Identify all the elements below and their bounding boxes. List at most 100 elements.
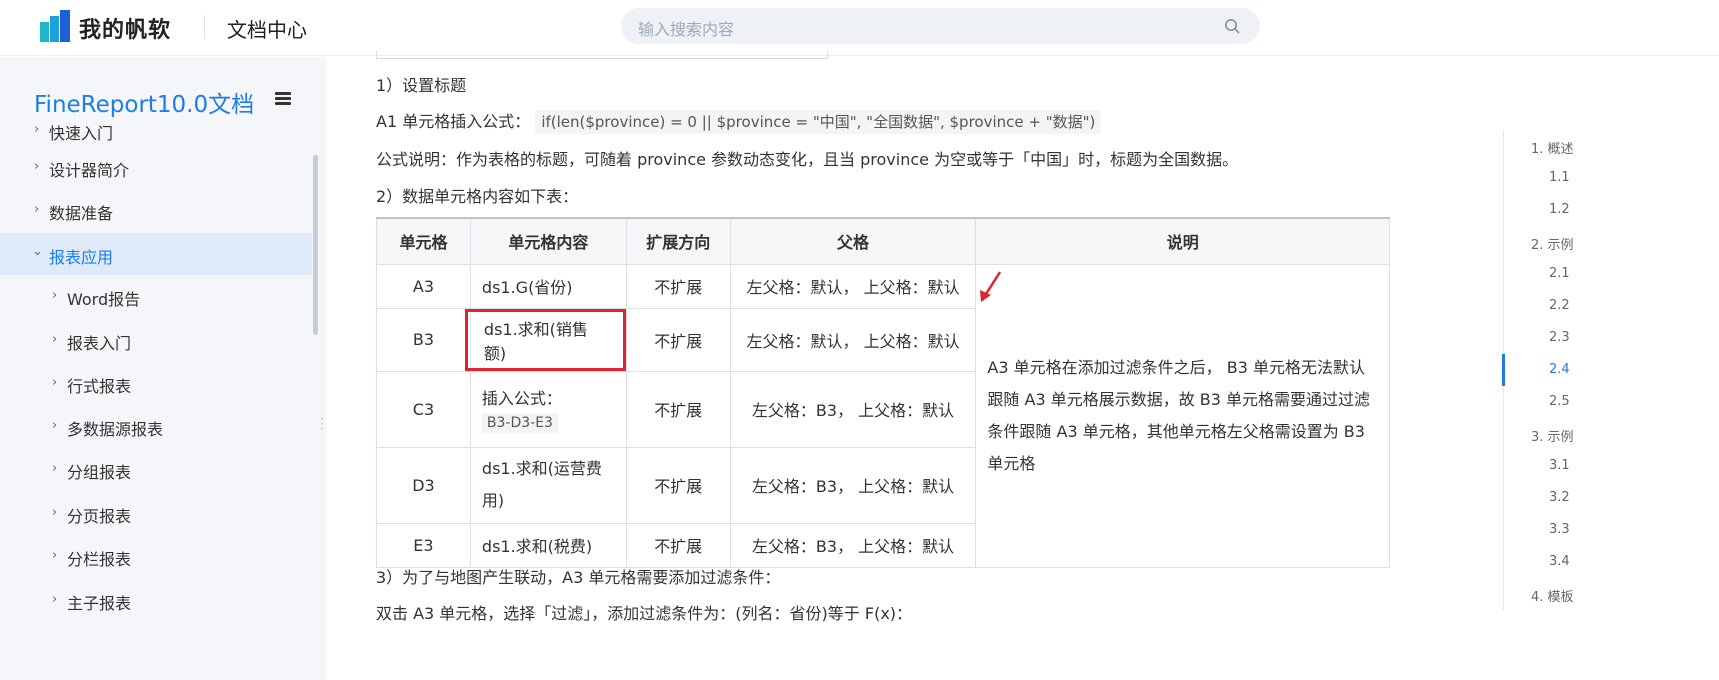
a1-formula-line: A1 单元格插入公式： if(len($province) = 0 || $pr… [376, 108, 1102, 134]
doc-center-link[interactable]: 文档中心 [227, 14, 307, 43]
toc-item[interactable]: 1.2 [1549, 202, 1570, 217]
sidebar-item-report-intro[interactable]: › 报表入门 [0, 319, 312, 361]
resize-handle-icon[interactable]: · · · [320, 413, 324, 435]
cell-direction: 不扩展 [625, 307, 731, 372]
sidebar-item-label: 分页报表 [67, 507, 132, 526]
column-header: 父格 [729, 217, 977, 265]
toc-item[interactable]: 3.4 [1549, 554, 1570, 569]
cell-id: D3 [376, 446, 471, 524]
toc-item[interactable]: 3. 示例 [1531, 426, 1574, 445]
toc-item[interactable]: 3.1 [1549, 458, 1570, 473]
cell-content: ds1.求和(运营费用) [469, 446, 627, 524]
step1-heading: 1）设置标题 [376, 76, 467, 95]
a1-formula-prefix: A1 单元格插入公式： [376, 112, 531, 131]
chevron-right-icon: › [34, 122, 40, 137]
sidebar-item-row-report[interactable]: › 行式报表 [0, 362, 312, 404]
search-box[interactable]: 输入搜索内容 [621, 8, 1260, 44]
sidebar-item-label: 分栏报表 [67, 550, 132, 569]
search-icon[interactable] [1224, 18, 1240, 34]
chevron-right-icon: › [34, 202, 40, 217]
sidebar-item-report-app[interactable]: ⌄ 报表应用 [0, 233, 312, 275]
search-input[interactable]: 输入搜索内容 [638, 16, 734, 40]
step2-heading: 2）数据单元格内容如下表： [376, 187, 579, 206]
sidebar-scrollbar[interactable] [313, 155, 318, 335]
sidebar-item-column-report[interactable]: › 分栏报表 [0, 535, 312, 577]
top-header: 我的帆软 文档中心 输入搜索内容 [0, 0, 1719, 56]
sidebar-item-quick-start[interactable]: › 快速入门 [0, 109, 312, 151]
toc-active-indicator [1502, 354, 1505, 386]
sidebar-item-label: 报表应用 [49, 248, 114, 267]
sidebar-item-label: 行式报表 [67, 377, 132, 396]
sidebar-item-label: 报表入门 [67, 334, 132, 353]
chevron-right-icon: › [52, 548, 58, 563]
toc-item[interactable]: 2. 示例 [1531, 234, 1574, 253]
cell-content: 插入公式： B3-D3-E3 [469, 370, 627, 448]
chevron-right-icon: › [52, 288, 58, 303]
column-header: 说明 [975, 217, 1390, 265]
sidebar-item-label: Word报告 [67, 290, 141, 309]
cell-parent: 左父格：默认， 上父格：默认 [729, 307, 977, 372]
chevron-down-icon: ⌄ [32, 244, 43, 259]
chevron-right-icon: › [52, 592, 58, 607]
sidebar-item-word-report[interactable]: › Word报告 [0, 275, 312, 317]
formula-note: 公式说明：作为表格的标题，可随着 province 参数动态变化，且当 prov… [376, 150, 1239, 169]
toc-item[interactable]: 4. 模板 [1531, 586, 1574, 605]
column-header: 扩展方向 [625, 217, 731, 265]
red-arrow-icon [980, 271, 1002, 302]
step3-detail: 双击 A3 单元格，选择「过滤」，添加过滤条件为：(列名：省份)等于 F(x)： [376, 604, 913, 623]
cell-id: B3 [376, 307, 471, 372]
cell-direction: 不扩展 [625, 446, 731, 524]
sidebar-item-page-report[interactable]: › 分页报表 [0, 492, 312, 534]
previous-table-fragment [376, 51, 828, 59]
column-header: 单元格内容 [469, 217, 627, 265]
cell-content: ds1.求和(税费) [469, 522, 627, 568]
cell-content-text: 插入公式： [481, 389, 562, 408]
sidebar-item-designer-intro[interactable]: › 设计器简介 [0, 146, 312, 188]
doc-sidebar: FineReport10.0文档 › 快速入门 › 设计器简介 › 数据准备 ⌄… [0, 57, 326, 680]
sidebar-item-data-prep[interactable]: › 数据准备 [0, 189, 312, 231]
cell-content: ds1.G(省份) [469, 263, 627, 309]
column-header: 单元格 [376, 217, 471, 265]
sidebar-item-label: 设计器简介 [49, 161, 130, 180]
sidebar-item-multi-source[interactable]: › 多数据源报表 [0, 405, 312, 447]
sidebar-item-master-detail[interactable]: › 主子报表 [0, 579, 312, 621]
chevron-right-icon: › [52, 505, 58, 520]
cell-id: A3 [376, 263, 471, 309]
cell-parent: 左父格：B3， 上父格：默认 [729, 446, 977, 524]
toc-item[interactable]: 3.2 [1549, 490, 1570, 505]
cell-content: ds1.求和(销售额) [464, 307, 627, 372]
sidebar-item-label: 数据准备 [49, 204, 114, 223]
sidebar-item-label: 快速入门 [49, 124, 114, 143]
description-cell: A3 单元格在添加过滤条件之后， B3 单元格无法默认跟随 A3 单元格展示数据… [975, 263, 1390, 568]
toc-item[interactable]: 1.1 [1549, 170, 1570, 185]
toc-item[interactable]: 1. 概述 [1531, 138, 1574, 157]
cell-content-table: 单元格 单元格内容 扩展方向 父格 说明 A3 ds1.G(省份) 不扩展 左父… [376, 217, 1390, 568]
cell-direction: 不扩展 [625, 263, 731, 309]
sidebar-item-label: 主子报表 [67, 594, 132, 613]
toc-item[interactable]: 2.5 [1549, 394, 1570, 409]
sidebar-item-label: 分组报表 [67, 463, 132, 482]
header-divider [204, 15, 205, 39]
toc-item-active[interactable]: 2.4 [1549, 362, 1570, 377]
cell-id: C3 [376, 370, 471, 448]
toc-item[interactable]: 2.1 [1549, 266, 1570, 281]
toc-item[interactable]: 2.2 [1549, 298, 1570, 313]
menu-toggle-icon[interactable] [275, 92, 291, 106]
table-row: A3 ds1.G(省份) 不扩展 左父格：默认， 上父格：默认 A3 单元格在添… [376, 263, 1390, 568]
chevron-right-icon: › [52, 332, 58, 347]
brand-name[interactable]: 我的帆软 [79, 12, 171, 44]
cell-parent: 左父格：B3， 上父格：默认 [729, 370, 977, 448]
a1-formula-code: if(len($province) = 0 || $province = "中国… [535, 110, 1102, 134]
toc-item[interactable]: 2.3 [1549, 330, 1570, 345]
fanruan-logo-icon[interactable] [38, 10, 72, 44]
step3-heading: 3）为了与地图产生联动，A3 单元格需要添加过滤条件： [376, 568, 781, 587]
toc-item[interactable]: 3.3 [1549, 522, 1570, 537]
cell-id: E3 [376, 522, 471, 568]
cell-direction: 不扩展 [625, 370, 731, 448]
sidebar-item-group-report[interactable]: › 分组报表 [0, 448, 312, 490]
sidebar-item-label: 多数据源报表 [67, 420, 164, 439]
cell-direction: 不扩展 [625, 522, 731, 568]
chevron-right-icon: › [52, 461, 58, 476]
table-of-contents: 1. 概述 1.1 1.2 2. 示例 2.1 2.2 2.3 2.4 2.5 … [1502, 130, 1719, 610]
cell-parent: 左父格：默认， 上父格：默认 [729, 263, 977, 309]
